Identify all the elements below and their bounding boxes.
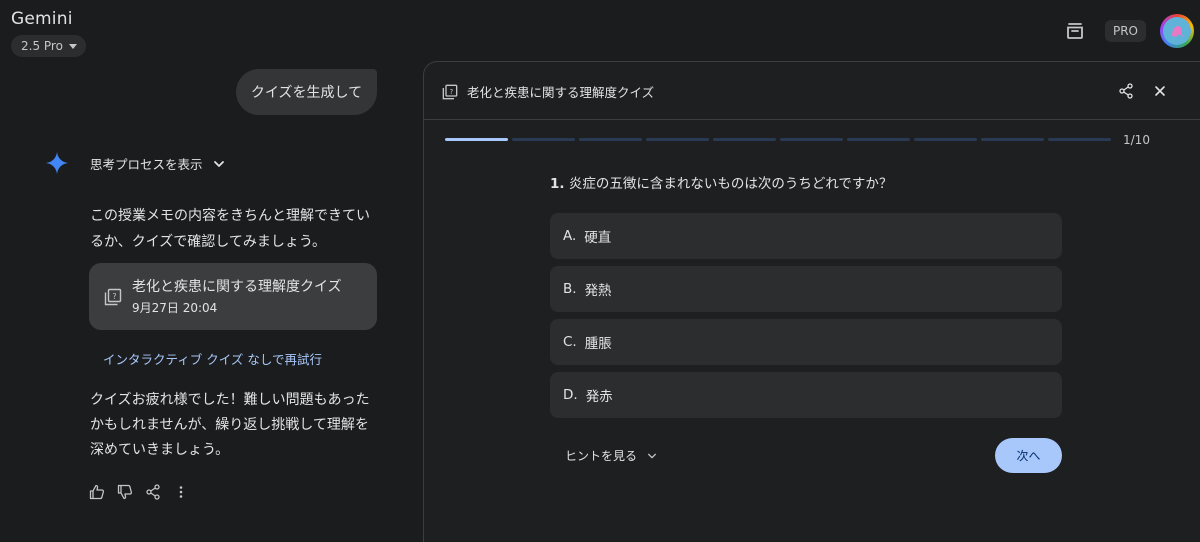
option-letter: A.	[563, 228, 577, 244]
quiz-progress-bar	[445, 138, 1111, 141]
chevron-down-icon	[213, 160, 224, 167]
thumbs-down-button[interactable]	[116, 483, 134, 501]
quiz-panel-title-group: ? 老化と疾患に関する理解度クイズ	[442, 82, 654, 101]
progress-segment	[713, 138, 776, 141]
progress-segment	[847, 138, 910, 141]
thumbs-up-button[interactable]	[88, 483, 106, 501]
more-vert-icon	[179, 486, 183, 498]
progress-segment	[981, 138, 1044, 141]
reply-2-line-3: 深めていきましょう。	[90, 442, 230, 458]
reply-2-line-2: かもしれませんが、繰り返し挑戦して理解を	[90, 417, 369, 433]
progress-segment	[914, 138, 977, 141]
show-thinking-toggle[interactable]: 思考プロセスを表示	[90, 154, 225, 173]
app-title: Gemini	[11, 9, 73, 29]
archive-button[interactable]	[1059, 15, 1091, 47]
share-button[interactable]	[144, 483, 162, 501]
reply-1-line-2: るか、クイズで確認してみましょう。	[90, 234, 327, 250]
top-right-toolbar: PRO	[1059, 14, 1194, 48]
model-reply-2: クイズお疲れ様でした！難しい問題もあった かもしれませんが、繰り返し挑戦して理解…	[90, 388, 385, 463]
progress-segment	[445, 138, 508, 141]
show-hint-toggle[interactable]: ヒントを見る	[565, 447, 657, 464]
option-text: 腫脹	[584, 336, 612, 352]
progress-segment	[780, 138, 843, 141]
option-letter: B.	[563, 281, 577, 297]
avatar-image	[1163, 17, 1191, 45]
progress-segment	[646, 138, 709, 141]
option-letter: D.	[563, 387, 578, 403]
quiz-panel-title: 老化と疾患に関する理解度クイズ	[467, 85, 655, 100]
caret-down-icon	[68, 43, 77, 49]
option-text: 発熱	[584, 283, 612, 299]
option-letter: C.	[563, 334, 577, 350]
quiz-progress-label: 1/10	[1123, 133, 1150, 147]
option-text: 発赤	[585, 389, 613, 405]
reply-1-line-1: この授業メモの内容をきちんと理解できてい	[90, 208, 370, 224]
pro-badge: PRO	[1104, 20, 1146, 42]
quiz-option-d[interactable]: D. 発赤	[550, 372, 1062, 418]
quiz-icon: ?	[104, 288, 122, 305]
thinking-label: 思考プロセスを表示	[90, 157, 203, 172]
model-reply-1: この授業メモの内容をきちんと理解できてい るか、クイズで確認してみましょう。	[90, 203, 385, 255]
quiz-panel: ? 老化と疾患に関する理解度クイズ 1/10 1. 炎症の五徴に含まれないものは…	[423, 61, 1200, 542]
quiz-close-button[interactable]	[1150, 81, 1170, 101]
quiz-card[interactable]: ? 老化と疾患に関する理解度クイズ 9月27日 20:04	[89, 263, 377, 330]
response-actions	[88, 483, 190, 501]
thumbs-up-icon	[89, 484, 105, 500]
quiz-question: 1. 炎症の五徴に含まれないものは次のうちどれですか？	[550, 172, 892, 192]
user-message: クイズを生成して	[236, 69, 377, 115]
question-number: 1.	[550, 176, 565, 192]
quiz-option-a[interactable]: A. 硬直	[550, 213, 1062, 259]
share-icon	[1119, 83, 1133, 99]
progress-segment	[512, 138, 575, 141]
quiz-card-title: 老化と疾患に関する理解度クイズ	[132, 278, 342, 295]
quiz-option-c[interactable]: C. 腫脹	[550, 319, 1062, 365]
svg-text:?: ?	[449, 86, 453, 95]
quiz-share-button[interactable]	[1116, 81, 1136, 101]
quiz-card-date: 9月27日 20:04	[132, 300, 218, 315]
share-icon	[146, 484, 160, 500]
quiz-card-text: 老化と疾患に関する理解度クイズ 9月27日 20:04	[132, 278, 342, 316]
quiz-panel-header: ? 老化と疾患に関する理解度クイズ	[424, 62, 1200, 120]
thumbs-down-icon	[117, 484, 133, 500]
chevron-down-icon	[648, 453, 657, 458]
svg-text:?: ?	[112, 292, 116, 301]
progress-segment	[1048, 138, 1111, 141]
gemini-sparkle-icon	[46, 152, 68, 174]
option-text: 硬直	[584, 230, 612, 246]
progress-segment	[579, 138, 642, 141]
quiz-icon: ?	[442, 84, 458, 99]
hint-label: ヒントを見る	[565, 449, 638, 463]
model-label: 2.5 Pro	[21, 39, 63, 53]
reply-2-line-1: クイズお疲れ様でした！難しい問題もあった	[90, 392, 370, 408]
next-button[interactable]: 次へ	[995, 438, 1062, 473]
quiz-option-b[interactable]: B. 発熱	[550, 266, 1062, 312]
model-selector[interactable]: 2.5 Pro	[11, 35, 86, 57]
avatar[interactable]	[1160, 14, 1194, 48]
retry-without-quiz-link[interactable]: インタラクティブ クイズ なしで再試行	[103, 349, 322, 368]
question-text: 炎症の五徴に含まれないものは次のうちどれですか？	[568, 176, 893, 192]
close-icon	[1155, 86, 1165, 96]
more-options-button[interactable]	[172, 483, 190, 501]
archive-icon	[1067, 23, 1083, 39]
